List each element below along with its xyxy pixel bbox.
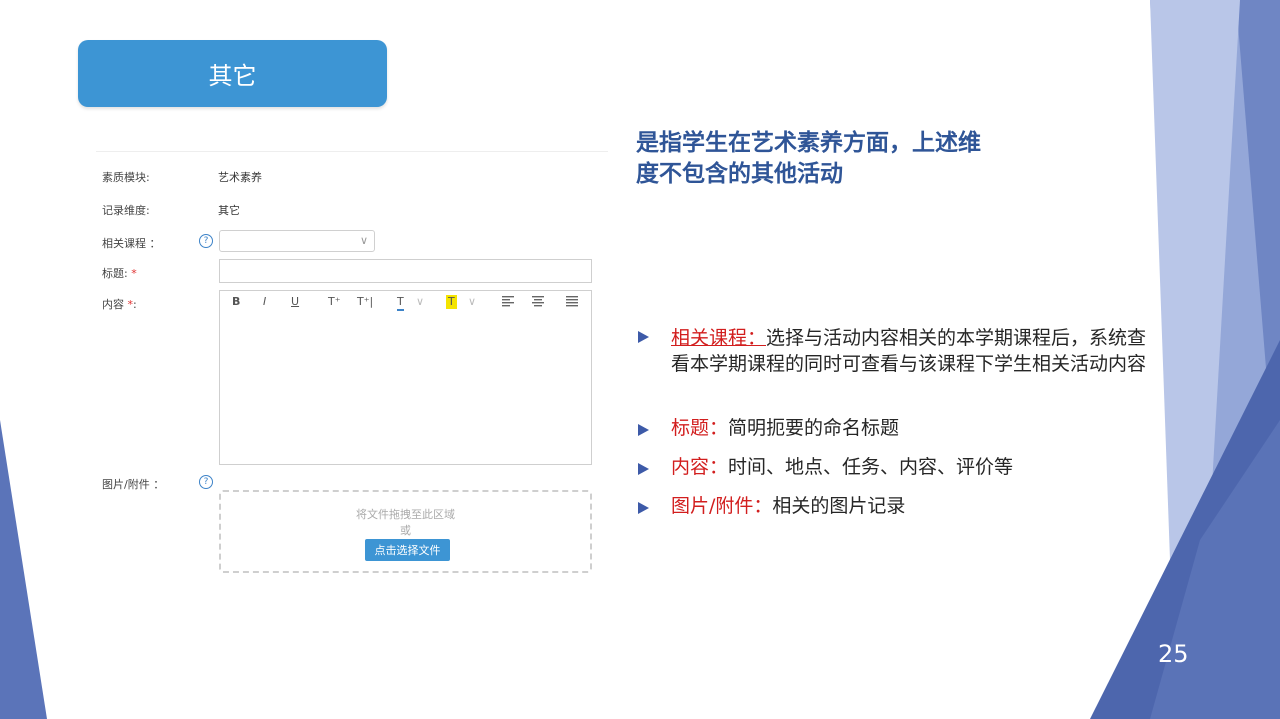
underline-button[interactable]: U <box>291 295 299 309</box>
align-justify-icon[interactable] <box>566 296 578 310</box>
heading-line-1: 是指学生在艺术素养方面，上述维 <box>636 130 981 156</box>
dimension-label: 记录维度: <box>102 204 150 217</box>
font-color-button[interactable]: T <box>397 295 404 311</box>
content-colon: : <box>133 298 137 311</box>
title-input[interactable] <box>219 259 592 283</box>
bullet-text: 内容：时间、地点、任务、内容、评价等 <box>671 454 1151 480</box>
editor-toolbar: B I U T⁺ T⁺| T ∨ T ∨ <box>220 291 591 313</box>
bullet-triangle-icon <box>638 502 649 514</box>
course-help-icon[interactable]: ? <box>199 234 213 248</box>
content-label-text: 内容 <box>102 298 124 311</box>
bold-button[interactable]: B <box>232 295 240 309</box>
bullet-body: 相关的图片记录 <box>772 495 906 517</box>
content-label: 内容 *: <box>102 296 137 312</box>
chevron-down-icon[interactable]: ∨ <box>468 295 476 309</box>
chevron-down-icon: ∨ <box>359 234 368 247</box>
module-label: 素质模块: <box>102 171 150 184</box>
bullet-body: 简明扼要的命名标题 <box>728 417 900 439</box>
italic-button[interactable]: I <box>263 295 266 309</box>
subscript-button[interactable]: T⁺| <box>357 295 373 309</box>
section-title: 其它 <box>208 62 257 90</box>
file-dropzone[interactable]: 将文件拖拽至此区域 或 点击选择文件 <box>219 490 592 573</box>
course-label: 相关课程 ： <box>102 237 161 250</box>
bullet-triangle-icon <box>638 424 649 436</box>
highlight-button[interactable]: T <box>446 295 457 309</box>
bullet-key: 图片/附件： <box>671 495 773 517</box>
bullet-text: 标题：简明扼要的命名标题 <box>671 415 1151 441</box>
title-label-text: 标题: <box>102 267 128 280</box>
content-editor[interactable]: B I U T⁺ T⁺| T ∨ T ∨ <box>219 290 592 465</box>
heading-line-2: 度不包含的其他活动 <box>636 161 843 187</box>
bullet-key: 内容： <box>671 456 729 478</box>
bullet-body: 时间、地点、任务、内容、评价等 <box>728 456 1014 478</box>
align-left-icon[interactable] <box>502 296 514 310</box>
dropzone-hint: 将文件拖拽至此区域 <box>356 508 455 521</box>
description-heading: 是指学生在艺术素养方面，上述维 度不包含的其他活动 <box>636 128 1056 190</box>
bullet-key: 标题： <box>671 417 729 439</box>
bullet-triangle-icon <box>638 331 649 343</box>
module-value: 艺术素养 <box>218 171 262 184</box>
section-title-pill: 其它 <box>78 40 387 107</box>
chevron-down-icon[interactable]: ∨ <box>416 295 424 309</box>
superscript-button[interactable]: T⁺ <box>328 295 341 309</box>
align-center-icon[interactable] <box>532 296 544 310</box>
bullet-text: 相关课程：选择与活动内容相关的本学期课程后，系统查看本学期课程的同时可查看与该课… <box>671 325 1151 377</box>
course-select[interactable]: ∨ <box>219 230 375 252</box>
attachment-help-icon[interactable]: ? <box>199 475 213 489</box>
page-number: 25 <box>1158 640 1189 668</box>
required-mark: * <box>131 267 137 280</box>
dimension-value: 其它 <box>218 204 240 217</box>
title-label: 标题: * <box>102 265 137 281</box>
bullet-text: 图片/附件：相关的图片记录 <box>671 493 1151 519</box>
bullet-key: 相关课程： <box>671 327 767 349</box>
form-divider <box>96 151 608 152</box>
choose-file-button[interactable]: 点击选择文件 <box>365 539 450 561</box>
bullet-triangle-icon <box>638 463 649 475</box>
dropzone-or: 或 <box>400 524 411 537</box>
attachment-label: 图片/附件 ： <box>102 478 165 491</box>
